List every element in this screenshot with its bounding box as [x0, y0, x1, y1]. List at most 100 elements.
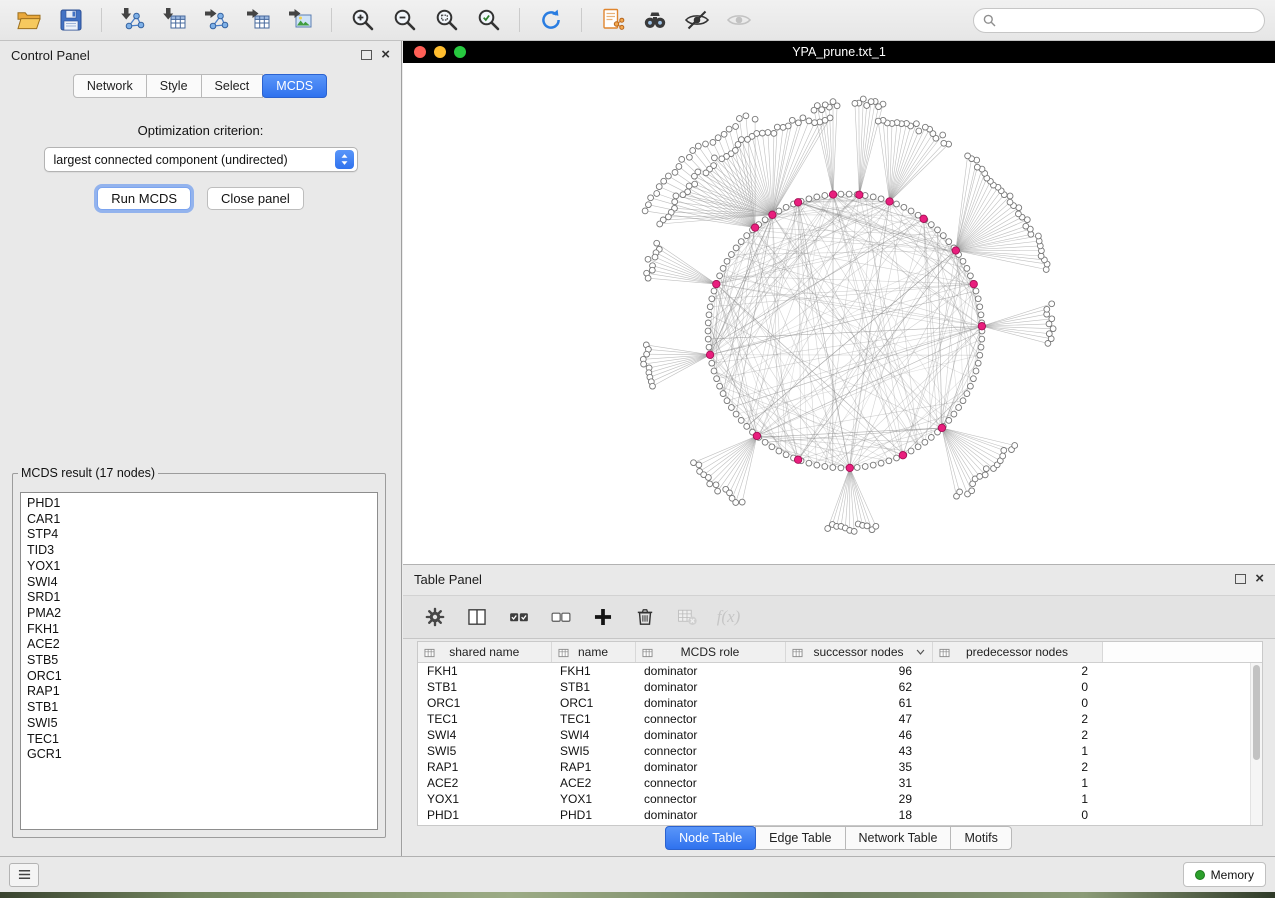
zoom-selected-button[interactable]	[470, 4, 507, 36]
network-node[interactable]	[946, 418, 952, 424]
network-node[interactable]	[852, 101, 858, 107]
network-node[interactable]	[645, 256, 651, 262]
network-node[interactable]	[864, 103, 870, 109]
dominator-node[interactable]	[753, 432, 760, 439]
tab-network[interactable]: Network	[73, 74, 147, 98]
network-node[interactable]	[645, 275, 651, 281]
network-node[interactable]	[915, 444, 921, 450]
network-node[interactable]	[968, 273, 974, 279]
network-node[interactable]	[1001, 448, 1007, 454]
network-graph[interactable]	[403, 63, 1275, 564]
export-table-button[interactable]	[240, 4, 277, 36]
network-node[interactable]	[957, 489, 963, 495]
network-node[interactable]	[846, 191, 852, 197]
network-node[interactable]	[657, 221, 663, 227]
column-header-successor-nodes[interactable]: successor nodes	[785, 642, 932, 663]
network-node[interactable]	[692, 173, 698, 179]
open-session-button[interactable]	[10, 4, 47, 36]
tab-node-table[interactable]: Node Table	[665, 826, 756, 850]
mcds-result-item[interactable]: ACE2	[27, 637, 377, 653]
network-node[interactable]	[964, 266, 970, 272]
export-image-button[interactable]	[282, 4, 319, 36]
table-row[interactable]: SWI5SWI5connector431	[418, 743, 1262, 759]
network-node[interactable]	[1036, 233, 1042, 239]
import-table-from-file-button[interactable]	[156, 4, 193, 36]
network-node[interactable]	[729, 405, 735, 411]
network-node[interactable]	[922, 124, 928, 130]
network-node[interactable]	[727, 490, 733, 496]
mcds-result-item[interactable]: STB5	[27, 653, 377, 669]
dominator-node[interactable]	[938, 424, 945, 431]
network-node[interactable]	[908, 208, 914, 214]
mcds-result-item[interactable]: SRD1	[27, 590, 377, 606]
network-node[interactable]	[666, 173, 672, 179]
table-row[interactable]: YOX1YOX1connector291	[418, 791, 1262, 807]
network-node[interactable]	[654, 191, 660, 197]
network-node[interactable]	[771, 131, 777, 137]
network-node[interactable]	[696, 462, 702, 468]
network-node[interactable]	[729, 252, 735, 258]
network-node[interactable]	[705, 320, 711, 326]
mcds-result-item[interactable]: ORC1	[27, 669, 377, 685]
network-node[interactable]	[721, 131, 727, 137]
mcds-result-item[interactable]: CAR1	[27, 512, 377, 528]
network-node[interactable]	[710, 140, 716, 146]
minimize-window-icon[interactable]	[434, 46, 446, 58]
network-node[interactable]	[901, 204, 907, 210]
graphics-details-toggle-button[interactable]	[678, 4, 715, 36]
network-node[interactable]	[705, 336, 711, 342]
network-node[interactable]	[774, 124, 780, 130]
network-node[interactable]	[814, 194, 820, 200]
network-node[interactable]	[1012, 443, 1018, 449]
binoculars-button[interactable]	[636, 4, 673, 36]
network-node[interactable]	[969, 488, 975, 494]
export-network-button[interactable]	[198, 4, 235, 36]
dominator-node[interactable]	[856, 191, 863, 198]
dominator-node[interactable]	[706, 351, 713, 358]
dominator-node[interactable]	[920, 215, 927, 222]
mcds-result-item[interactable]: SWI4	[27, 575, 377, 591]
network-node[interactable]	[908, 448, 914, 454]
network-node[interactable]	[680, 192, 686, 198]
network-node[interactable]	[762, 217, 768, 223]
network-node[interactable]	[811, 107, 817, 113]
document-share-button[interactable]	[594, 4, 631, 36]
network-node[interactable]	[965, 153, 971, 159]
network-node[interactable]	[717, 273, 723, 279]
network-node[interactable]	[975, 296, 981, 302]
network-node[interactable]	[654, 240, 660, 246]
mcds-result-list[interactable]: PHD1CAR1STP4TID3YOX1SWI4SRD1PMA2FKH1ACE2…	[20, 492, 378, 830]
network-node[interactable]	[707, 481, 713, 487]
network-node[interactable]	[800, 115, 806, 121]
mcds-result-item[interactable]: RAP1	[27, 684, 377, 700]
network-node[interactable]	[703, 170, 709, 176]
mcds-result-item[interactable]: TEC1	[27, 732, 377, 748]
network-node[interactable]	[733, 245, 739, 251]
network-node[interactable]	[956, 405, 962, 411]
table-row[interactable]: PHD1PHD1dominator180	[418, 807, 1262, 823]
network-node[interactable]	[745, 137, 751, 143]
mcds-result-item[interactable]: YOX1	[27, 559, 377, 575]
network-node[interactable]	[703, 141, 709, 147]
network-node[interactable]	[709, 296, 715, 302]
float-table-panel-icon[interactable]	[1235, 574, 1246, 584]
network-node[interactable]	[714, 376, 720, 382]
network-node[interactable]	[652, 254, 658, 260]
network-node[interactable]	[783, 452, 789, 458]
network-node[interactable]	[692, 181, 698, 187]
network-node[interactable]	[878, 460, 884, 466]
table-settings-button[interactable]	[421, 604, 448, 631]
network-node[interactable]	[783, 204, 789, 210]
table-row[interactable]: ORC1ORC1dominator610	[418, 695, 1262, 711]
dominator-node[interactable]	[978, 323, 985, 330]
network-node[interactable]	[1023, 223, 1029, 229]
network-node[interactable]	[738, 239, 744, 245]
table-row[interactable]: SWI4SWI4dominator462	[418, 727, 1262, 743]
network-node[interactable]	[941, 140, 947, 146]
dominator-node[interactable]	[899, 452, 906, 459]
network-node[interactable]	[743, 113, 749, 119]
column-header-predecessor-nodes[interactable]: predecessor nodes	[932, 642, 1102, 663]
network-node[interactable]	[715, 488, 721, 494]
dominator-node[interactable]	[769, 211, 776, 218]
select-all-columns-button[interactable]	[505, 604, 532, 631]
